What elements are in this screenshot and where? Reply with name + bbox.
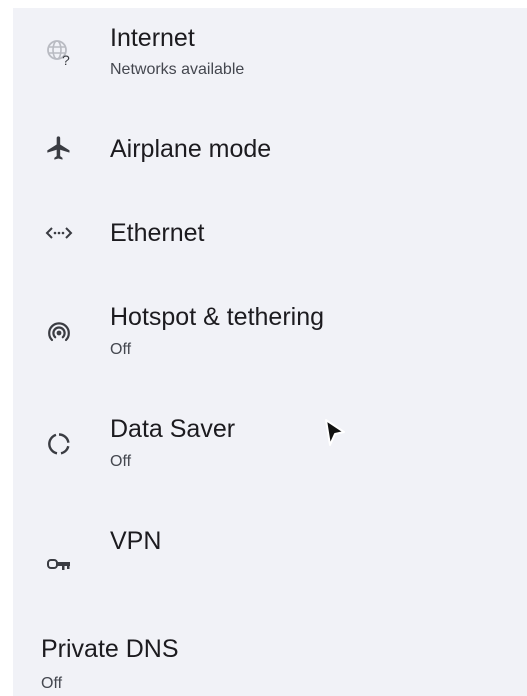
settings-item-internet[interactable]: ? Internet Networks available [13,22,527,92]
airplane-icon [45,134,73,162]
settings-item-ethernet[interactable]: Ethernet [13,202,527,266]
settings-item-summary: Networks available [110,61,245,78]
settings-item-title: Internet [110,24,195,52]
settings-item-summary: Off [41,675,63,692]
settings-item-private-dns[interactable]: Private DNS Off [13,628,527,696]
settings-item-vpn[interactable]: VPN [13,512,527,592]
svg-text:?: ? [62,52,70,66]
settings-item-summary: Off [110,341,132,358]
globe-question-icon: ? [45,38,73,66]
settings-item-title: Private DNS [41,635,179,663]
key-icon [45,550,73,578]
settings-item-summary: Off [110,453,132,470]
mouse-cursor-icon [322,418,348,448]
data-saver-icon [45,430,73,458]
ethernet-icon [45,219,73,247]
settings-item-title: Hotspot & tethering [110,303,325,331]
settings-item-title: VPN [110,527,162,555]
settings-item-hotspot[interactable]: Hotspot & tethering Off [13,288,527,368]
hotspot-icon [45,318,73,346]
settings-item-data-saver[interactable]: Data Saver Off [13,400,527,480]
network-settings-list: ? Internet Networks available Airplane m… [13,8,527,696]
settings-item-title: Ethernet [110,219,205,247]
settings-item-title: Airplane mode [110,135,272,163]
settings-item-airplane-mode[interactable]: Airplane mode [13,116,527,180]
settings-item-title: Data Saver [110,415,236,443]
